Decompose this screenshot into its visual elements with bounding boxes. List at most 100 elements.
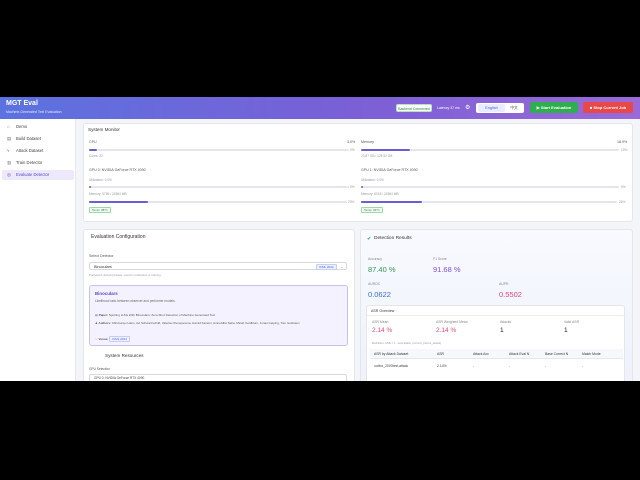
sidebar-item-label: Demo <box>16 124 28 129</box>
gpu0-memory: Memory: 5786 / 24564 MB <box>89 192 127 196</box>
paper-label: Paper: <box>98 313 109 317</box>
stop-job-label: Stop Current Job <box>593 105 627 110</box>
table-cell-asr: 2.14% <box>437 364 447 368</box>
cpu-usage-bar <box>89 149 349 151</box>
table-cell-match-mode: - <box>582 364 584 368</box>
table-cell-attack-acc: - <box>473 364 475 368</box>
detector-info-name: Binoculars <box>95 291 118 296</box>
table-header-attack-acc: Attack Acc <box>473 352 489 356</box>
latency-readout: Latency 37 ms <box>437 106 460 110</box>
venue-tag: ICML 2024 <box>316 264 337 270</box>
detector-select[interactable]: Binoculars ICML 2024 ⌄ <box>89 262 347 270</box>
detector-authors: ♟ Authors: Abhimanyu Hans, Avi Schwarzsc… <box>95 321 347 325</box>
gpu0-utilization-fill <box>89 186 92 188</box>
valid-asr-label: Valid ASR <box>564 320 580 324</box>
accuracy-value: 87.40 % <box>368 265 396 274</box>
sidebar-item-build-dataset[interactable]: ▤ Build Dataset <box>2 134 74 144</box>
asr-weighted-mean-label: ASR Weighted Mean <box>436 320 468 324</box>
sidebar: ⌂ Demo ▤ Build Dataset ϟ Attack Dataset ▥ Tr… <box>0 119 76 381</box>
evaluation-config-title: Evaluation Configuration <box>91 234 146 240</box>
memory-usage-bar <box>361 149 619 151</box>
gpu0-memory-bar <box>89 201 347 203</box>
target-icon: ◎ <box>7 172 11 177</box>
auroc-label: AUROC <box>368 282 381 286</box>
check-circle-icon: ✔ <box>367 236 372 242</box>
divider <box>367 315 626 316</box>
memory-detail: 23.87 GB / 125.52 GB <box>361 154 393 158</box>
gpu1-memory-percent: 24% <box>619 200 626 204</box>
app-subtitle: Machine-Generated Text Evaluation <box>6 110 62 114</box>
top-header: MGT Eval Machine-Generated Text Evaluati… <box>0 97 640 119</box>
detection-results-title: Detection Results <box>374 236 412 241</box>
gpu1-name: GPU 1: NVIDIA GeForce RTX 4090 <box>361 168 418 172</box>
gpu1-utilization-percent: 0% <box>621 185 626 189</box>
f1-score-value: 91.68 % <box>433 265 461 274</box>
authors-label: Authors: <box>98 321 112 325</box>
table-cell-attack-eval-n: - <box>509 364 511 368</box>
paper-icon: ▤ <box>95 313 98 317</box>
sidebar-item-evaluate-detector[interactable]: ◎ Evaluate Detector <box>2 170 74 180</box>
bolt-icon: ϟ <box>7 148 10 153</box>
sidebar-item-train-detector[interactable]: ▥ Train Detector <box>2 158 74 168</box>
sidebar-item-label: Train Detector <box>16 160 43 165</box>
asr-mean-value: 2.14 % <box>372 327 393 334</box>
venue-badge: ICML 2024 <box>109 336 130 342</box>
cpu-label: CPU <box>89 140 97 144</box>
gpu1-temp-badge: Temp: 33°C <box>361 207 383 213</box>
language-chinese-option[interactable]: 中文 <box>507 104 521 112</box>
sidebar-item-label: Attack Dataset <box>16 148 44 153</box>
stop-job-button[interactable]: ■ Stop Current Job <box>583 102 633 113</box>
system-monitor-card: System Monitor CPU 3.0% 0% Cores: 32 Mem… <box>83 123 633 222</box>
asr-definition: Definition: ASR = 1 - Acc(attack | corre… <box>372 341 442 345</box>
accuracy-label: Accuracy <box>368 257 382 261</box>
detector-info-description: Likelihood ratio between observer and pe… <box>95 299 176 303</box>
detector-select-value: Binoculars <box>94 265 112 269</box>
sidebar-item-label: Build Dataset <box>16 136 41 141</box>
system-resources-title: System Resources <box>105 353 144 358</box>
cpu-cores: Cores: 32 <box>89 154 103 158</box>
app-title: MGT Eval <box>6 100 38 107</box>
memory-percent: 19% <box>621 148 628 152</box>
gpu1-memory-bar <box>361 201 617 203</box>
asr-weighted-mean-value: 2.14 % <box>436 327 457 334</box>
gpu-selection-dropdown[interactable]: GPU 0: NVIDIA GeForce RTX 4090 <box>89 374 347 381</box>
language-english-option[interactable]: English <box>478 104 505 112</box>
authors-icon: ♟ <box>95 321 98 325</box>
memory-label: Memory <box>361 140 374 144</box>
asr-overview-card: ASR Overview ASR Mean 2.14 % ASR Weighte… <box>366 305 626 381</box>
detector-venue: ♡ Venue: ICML 2024 <box>95 336 130 342</box>
start-evaluation-button[interactable]: ▶ Start Evaluation <box>530 102 578 113</box>
asr-mean-label: ASR Mean <box>372 320 389 324</box>
gpu0-utilization-bar <box>89 186 349 188</box>
table-cell-base-correct-n: - <box>545 364 547 368</box>
venue-icon: ♡ <box>95 337 98 341</box>
detector-info-box: Binoculars Likelihood ratio between obse… <box>89 285 348 346</box>
sidebar-item-attack-dataset[interactable]: ϟ Attack Dataset <box>2 146 74 156</box>
cpu-value: 3.0% <box>347 140 356 144</box>
authors-list: Abhimanyu Hans, Avi Schwarzschild, Valer… <box>111 321 300 325</box>
gpu1-memory: Memory: 6018 / 24564 MB <box>361 192 399 196</box>
system-monitor-title: System Monitor <box>88 127 120 132</box>
venue-label: Venue: <box>98 337 109 341</box>
memory-usage-fill <box>361 149 410 151</box>
language-switch: English 中文 <box>476 103 524 113</box>
aupr-label: AUPR <box>499 282 509 286</box>
attacks-label: Attacks <box>500 320 512 324</box>
table-header-asr: ASR <box>437 352 444 356</box>
cpu-usage-fill <box>89 149 97 151</box>
gpu0-memory-percent: 23% <box>348 200 355 204</box>
gpu-selection-option: GPU 0: NVIDIA GeForce RTX 4090 <box>94 376 145 380</box>
connection-status-badge: Backend Connected <box>396 104 432 112</box>
sidebar-item-demo[interactable]: ⌂ Demo <box>2 122 74 132</box>
memory-value: 18.9% <box>617 140 628 144</box>
gpu1-utilization-fill <box>361 186 364 188</box>
gear-icon[interactable]: ⚙ <box>465 105 471 111</box>
start-evaluation-label: Start Evaluation <box>540 105 572 110</box>
paper-title: Spotting LLMs With Binoculars: Zero-Shot… <box>108 313 216 317</box>
gpu0-temp-badge: Temp: 38°C <box>89 207 111 213</box>
gpu0-utilization-percent: 0% <box>350 185 355 189</box>
table-cell-dataset: outfox_2000test.attack <box>374 364 409 368</box>
sidebar-item-label: Evaluate Detector <box>16 172 50 177</box>
auroc-value: 0.0622 <box>368 290 391 299</box>
aupr-value: 0.5502 <box>499 290 522 299</box>
